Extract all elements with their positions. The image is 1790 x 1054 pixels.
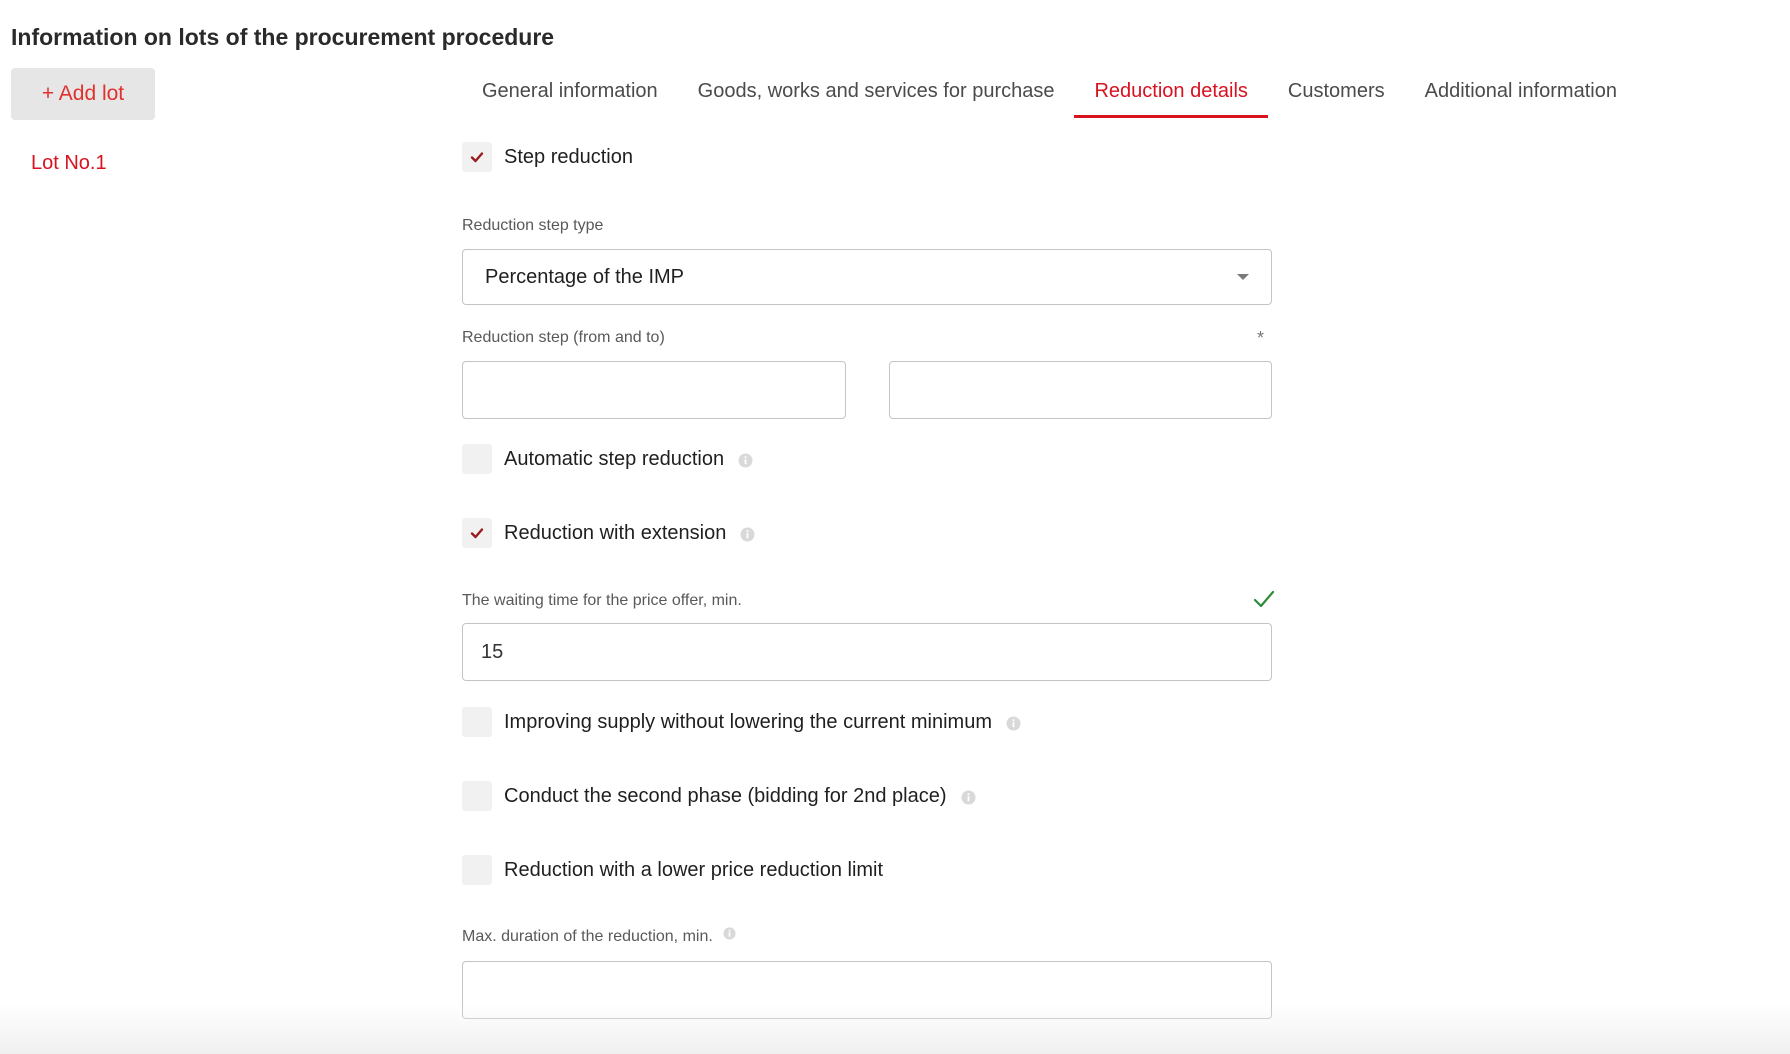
tab-customers[interactable]: Customers [1268, 68, 1405, 120]
reduction-step-type-value: Percentage of the IMP [485, 266, 685, 288]
check-icon [470, 152, 484, 163]
tab-bar: General information Goods, works and ser… [462, 68, 1637, 120]
required-asterisk: * [1257, 328, 1265, 348]
second-phase-row: Conduct the second phase (bidding for 2n… [462, 781, 976, 811]
reduction-with-extension-row: Reduction with extension [462, 518, 755, 548]
waiting-time-label: The waiting time for the price offer, mi… [462, 592, 742, 609]
chevron-down-icon [1237, 274, 1249, 280]
step-reduction-row: Step reduction [462, 142, 633, 172]
improving-supply-row: Improving supply without lowering the cu… [462, 707, 1021, 737]
automatic-step-reduction-label: Automatic step reduction [504, 448, 725, 470]
automatic-step-reduction-row: Automatic step reduction [462, 444, 753, 474]
lower-price-limit-label: Reduction with a lower price reduction l… [504, 859, 884, 881]
reduction-step-type-select[interactable]: Percentage of the IMP [462, 249, 1272, 305]
max-duration-label: Max. duration of the reduction, min. [462, 927, 736, 947]
reduction-step-to-input[interactable] [889, 361, 1272, 419]
step-reduction-checkbox[interactable] [462, 142, 492, 172]
step-reduction-label: Step reduction [504, 146, 633, 168]
tab-reduction-details[interactable]: Reduction details [1074, 68, 1269, 120]
improving-supply-label: Improving supply without lowering the cu… [504, 711, 992, 733]
reduction-step-label: Reduction step (from and to) [462, 329, 665, 346]
lower-price-limit-row: Reduction with a lower price reduction l… [462, 855, 883, 885]
info-icon[interactable] [723, 927, 736, 940]
sidebar-item-lot-1[interactable]: Lot No.1 [31, 150, 107, 176]
lower-price-limit-checkbox[interactable] [462, 855, 492, 885]
info-icon[interactable] [961, 790, 976, 805]
tab-additional-information[interactable]: Additional information [1405, 68, 1637, 120]
second-phase-checkbox[interactable] [462, 781, 492, 811]
reduction-with-extension-label: Reduction with extension [504, 522, 727, 544]
info-icon[interactable] [740, 527, 755, 542]
reduction-with-extension-checkbox[interactable] [462, 518, 492, 548]
improving-supply-checkbox[interactable] [462, 707, 492, 737]
reduction-step-type-label: Reduction step type [462, 217, 604, 234]
tab-goods-works-services[interactable]: Goods, works and services for purchase [678, 68, 1075, 120]
page-title: Information on lots of the procurement p… [11, 24, 555, 50]
info-icon[interactable] [738, 453, 753, 468]
max-duration-input[interactable] [462, 961, 1272, 1019]
check-icon [470, 528, 484, 539]
reduction-step-from-input[interactable] [462, 361, 846, 419]
waiting-time-input[interactable] [462, 623, 1272, 681]
add-lot-button[interactable]: + Add lot [11, 68, 155, 120]
max-duration-label-text: Max. duration of the reduction, min. [462, 928, 713, 945]
checkmark-valid-icon [1253, 590, 1275, 608]
second-phase-label: Conduct the second phase (bidding for 2n… [504, 785, 947, 807]
automatic-step-reduction-checkbox[interactable] [462, 444, 492, 474]
tab-general-information[interactable]: General information [462, 68, 678, 120]
info-icon[interactable] [1006, 716, 1021, 731]
